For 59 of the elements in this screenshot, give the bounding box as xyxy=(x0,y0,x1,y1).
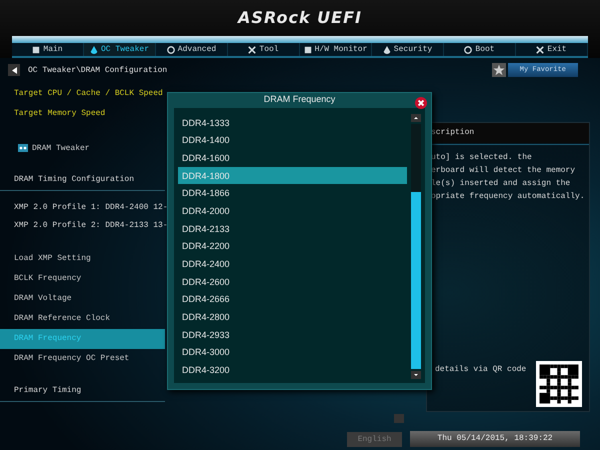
scrollbar[interactable] xyxy=(411,114,421,379)
frequency-option[interactable]: DDR4-3000 xyxy=(178,344,407,362)
frequency-option[interactable]: DDR4-3200 xyxy=(178,361,407,379)
setting-label: Target CPU / Cache / BCLK Speed xyxy=(13,88,164,100)
setting-item[interactable]: DRAM Voltage xyxy=(0,289,165,309)
tab[interactable]: Tool xyxy=(228,43,300,56)
breadcrumb: OC Tweaker\DRAM Configuration xyxy=(28,66,168,74)
frequency-option[interactable]: DDR4-2933 xyxy=(178,326,407,344)
profile-info: XMP 2.0 Profile 1: DDR4-2400 12- xyxy=(13,202,165,214)
dialog-title: DRAM Frequency xyxy=(264,94,336,104)
back-button[interactable] xyxy=(8,64,20,76)
qr-code-icon xyxy=(536,361,582,407)
description-text: le(s) inserted and assign the xyxy=(431,178,572,190)
frequency-option[interactable]: DDR4-1866 xyxy=(178,184,407,202)
tab[interactable]: Advanced xyxy=(156,43,228,56)
scroll-down-icon[interactable] xyxy=(411,371,421,379)
frequency-option[interactable]: DDR4-2133 xyxy=(178,220,407,238)
tab-icon xyxy=(248,46,256,54)
qr-caption: details via QR code xyxy=(435,365,526,374)
left-arrow-icon xyxy=(12,66,16,74)
date-time: Thu 05/14/2015, 18:39:22 xyxy=(410,431,580,447)
setting-item[interactable]: DRAM Frequency OC Preset xyxy=(0,349,165,369)
profile-info: XMP 2.0 Profile 2: DDR4-2133 13- xyxy=(13,220,165,232)
tab-icon xyxy=(464,46,472,54)
setting-item[interactable]: DRAM Reference Clock xyxy=(0,309,165,329)
description-text: erboard will detect the memory xyxy=(431,165,576,177)
frequency-option[interactable]: DDR4-2600 xyxy=(178,272,407,291)
setting-item[interactable]: Load XMP Setting xyxy=(0,249,165,269)
frequency-option[interactable]: DDR4-2200 xyxy=(178,238,407,256)
tab-icon xyxy=(536,46,544,54)
setting-label: Target Memory Speed xyxy=(13,108,106,120)
frequency-option[interactable]: DDR4-2800 xyxy=(178,308,407,326)
star-icon[interactable] xyxy=(492,63,506,77)
tab-icon xyxy=(166,46,175,54)
logo: ASRock UEFI xyxy=(238,8,362,29)
tab[interactable]: OC Tweaker xyxy=(84,43,156,56)
setting-item[interactable]: BCLK Frequency xyxy=(0,269,165,289)
scroll-up-icon[interactable] xyxy=(411,114,421,122)
frequency-option[interactable]: DDR4-2000 xyxy=(178,202,407,220)
frequency-option[interactable]: DDR4-2400 xyxy=(178,255,407,273)
tab[interactable]: Security xyxy=(372,43,444,56)
tab-icon xyxy=(304,46,312,54)
tab-icon xyxy=(90,46,98,54)
close-button[interactable] xyxy=(415,97,427,109)
frequency-option[interactable]: DDR4-2666 xyxy=(178,290,407,308)
description-text: opriate frequency automatically. xyxy=(431,191,586,203)
section-heading: DRAM Timing Configuration xyxy=(0,170,165,191)
tab-icon xyxy=(382,46,391,54)
tab-icon xyxy=(32,46,40,54)
submenu-item[interactable]: DRAM Tweaker xyxy=(32,144,90,152)
frequency-option[interactable]: DDR4-1333 xyxy=(178,114,407,132)
tab[interactable]: H/W Monitor xyxy=(300,43,372,56)
frequency-option[interactable]: DDR4-1600 xyxy=(178,149,407,167)
submenu-icon xyxy=(18,144,28,152)
frequency-option[interactable]: DDR4-1400 xyxy=(178,131,407,150)
tab[interactable]: Exit xyxy=(516,43,588,56)
tab[interactable]: Main xyxy=(12,43,84,56)
section-heading: Primary Timing xyxy=(0,381,165,402)
tab[interactable]: Boot xyxy=(444,43,516,56)
